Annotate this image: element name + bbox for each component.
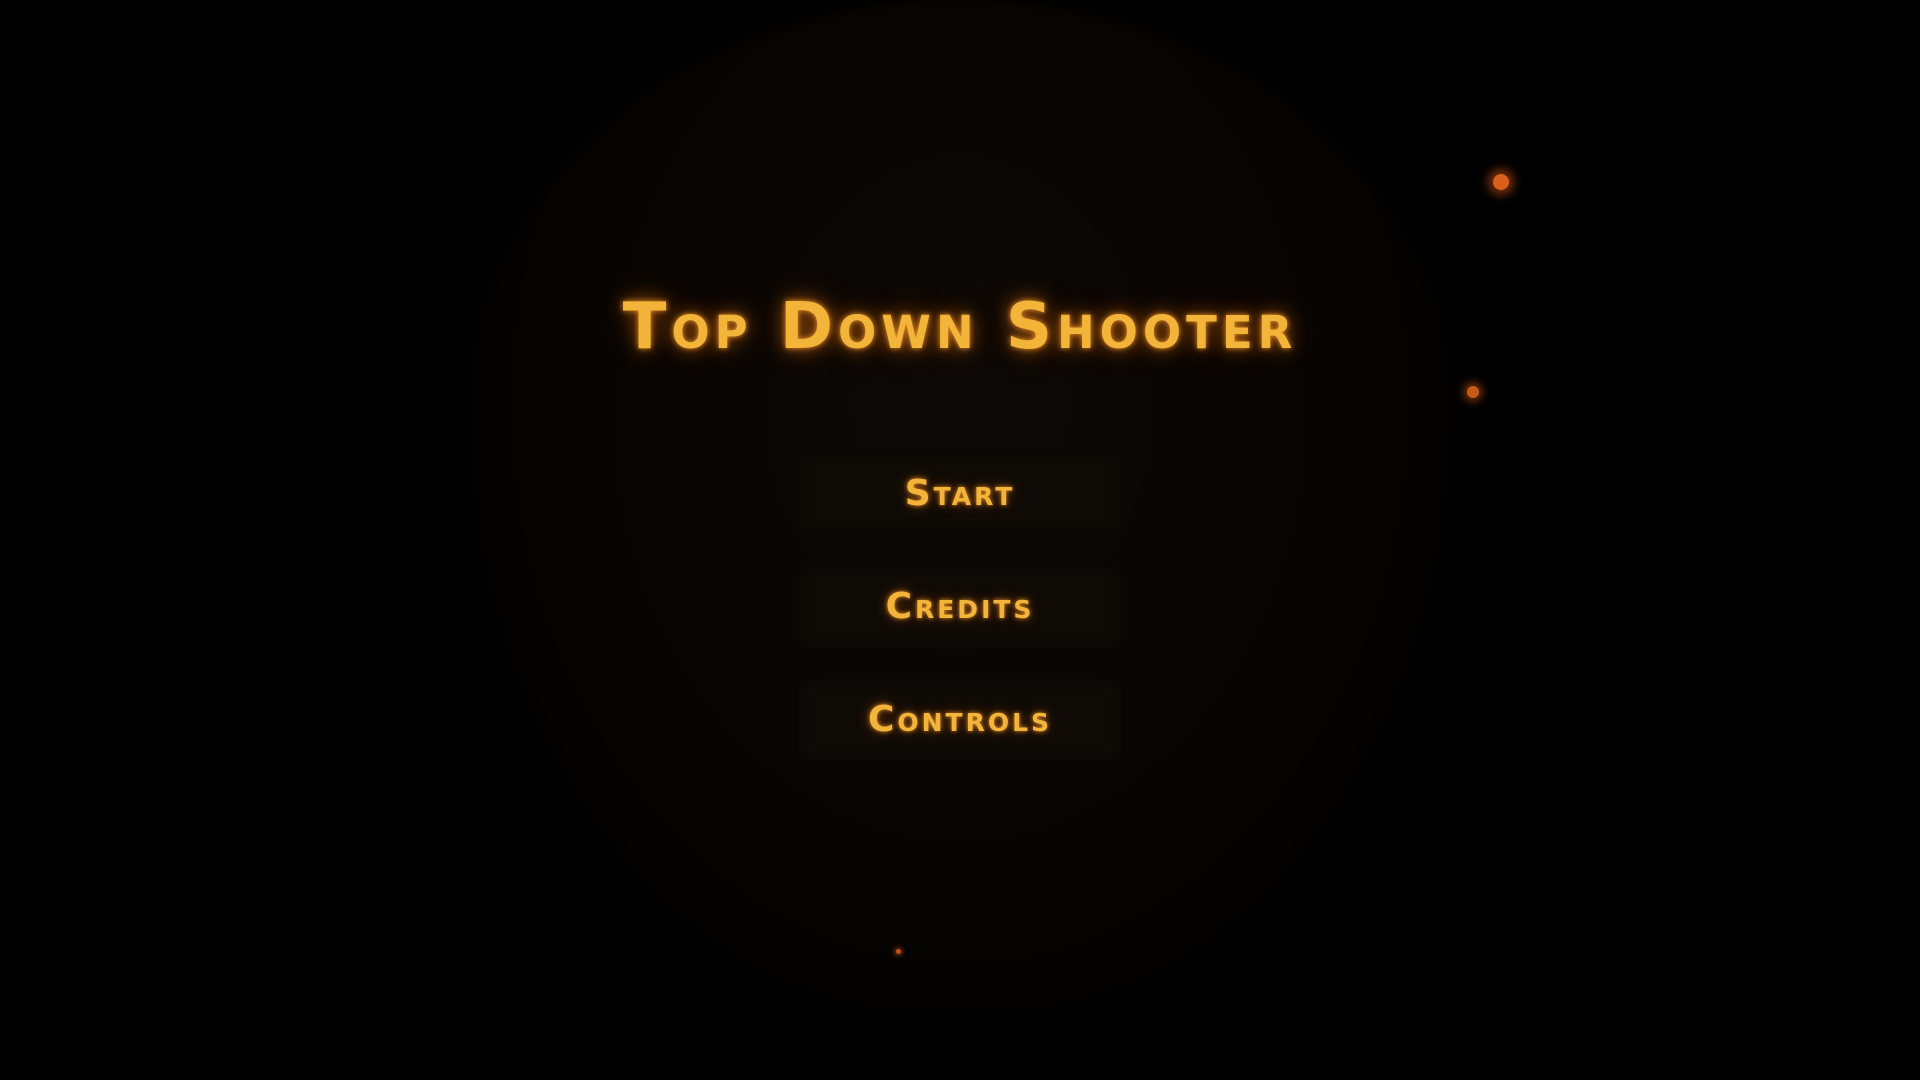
credits-button[interactable]: Credits [798, 565, 1122, 649]
start-button[interactable]: Start [798, 452, 1122, 536]
main-menu-screen: Top Down Shooter Start Credits Controls [0, 0, 1920, 1080]
ember-particle [896, 949, 901, 954]
game-title: Top Down Shooter [622, 290, 1298, 364]
ember-particle [1493, 174, 1509, 190]
controls-button[interactable]: Controls [798, 678, 1122, 762]
ember-particle [1467, 386, 1479, 398]
main-menu: Start Credits Controls [798, 452, 1122, 791]
